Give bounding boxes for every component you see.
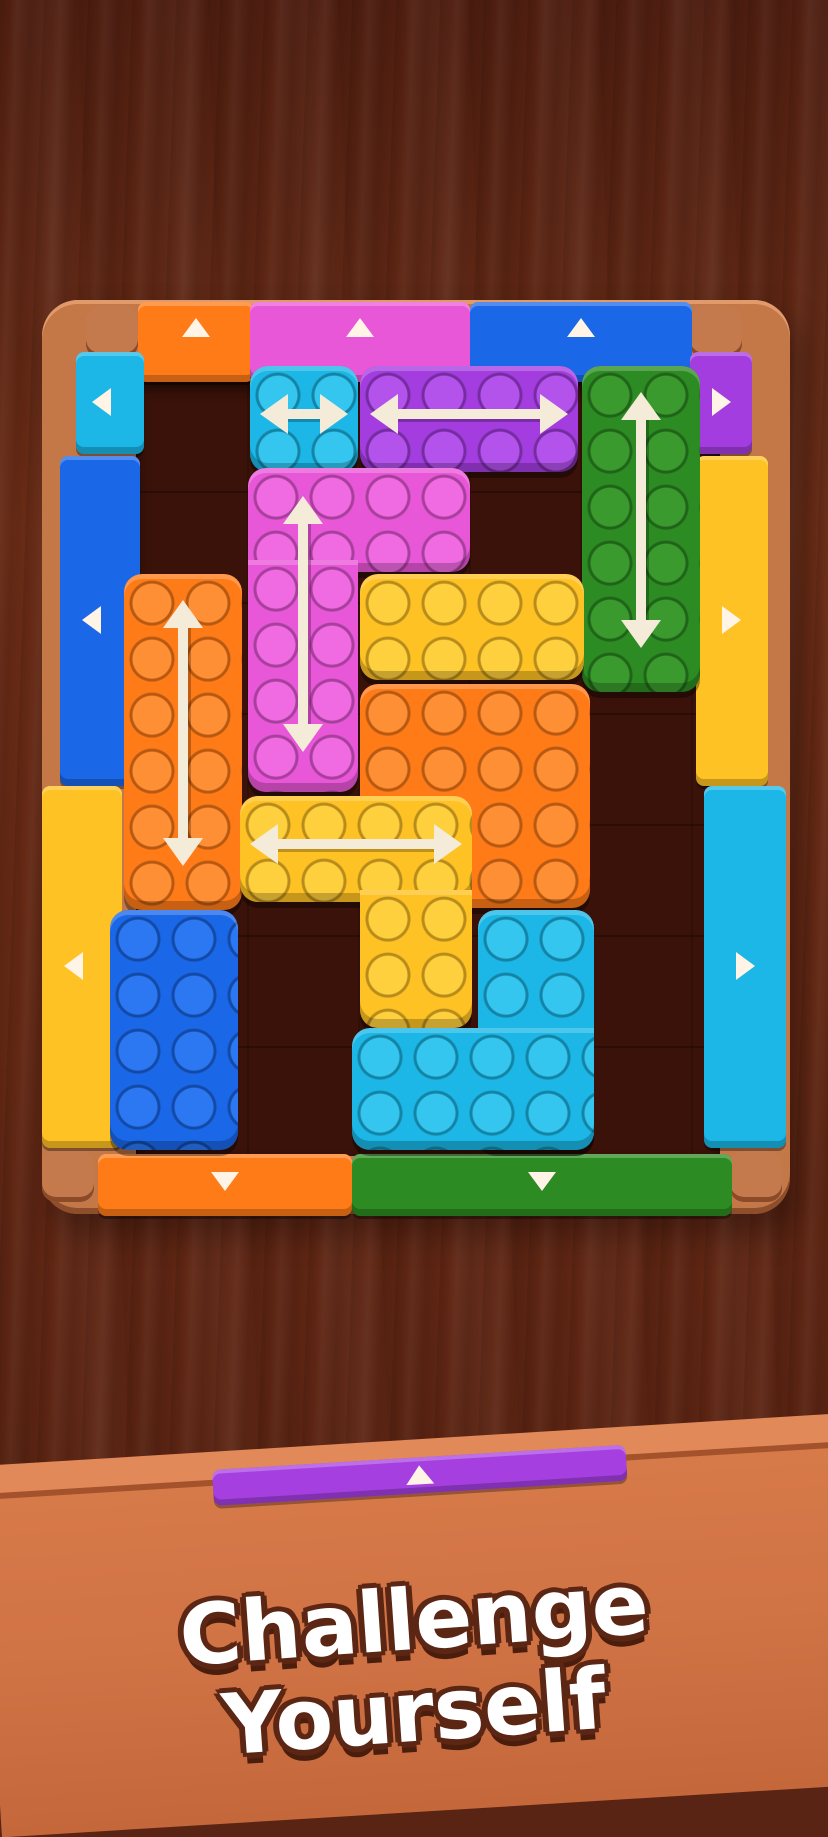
- move-horizontal-arrow-icon: [260, 394, 348, 434]
- puzzle-block-pink-top[interactable]: [248, 468, 470, 572]
- gate-up-arrow-icon: [567, 318, 595, 337]
- puzzle-block-yellow-top[interactable]: [360, 574, 584, 680]
- exit-gate-yellow-right: [696, 456, 768, 786]
- exit-gate-cyan-right: [704, 786, 786, 1148]
- gate-right-arrow-icon: [736, 952, 755, 980]
- puzzle-block-cyan-small[interactable]: [250, 366, 358, 472]
- move-vertical-arrow-icon: [621, 392, 661, 648]
- gate-down-arrow-icon: [528, 1172, 556, 1191]
- gate-left-arrow-icon: [82, 606, 101, 634]
- exit-gate-orange-top: [138, 302, 254, 382]
- board-corner-bottom-right: [730, 1150, 782, 1202]
- gate-up-arrow-icon: [182, 318, 210, 337]
- move-vertical-arrow-icon: [283, 496, 323, 752]
- puzzle-block-yellow-l-stem[interactable]: [360, 890, 472, 1028]
- gate-left-arrow-icon: [92, 388, 111, 416]
- puzzle-block-pink-stem[interactable]: [248, 496, 358, 792]
- gate-right-arrow-icon: [712, 388, 731, 416]
- move-horizontal-arrow-icon: [370, 394, 568, 434]
- move-vertical-arrow-icon: [163, 600, 203, 866]
- board-corner-bottom-left: [42, 1150, 94, 1202]
- puzzle-block-green[interactable]: [582, 366, 700, 692]
- gate-right-arrow-icon: [722, 606, 741, 634]
- puzzle-block-blue[interactable]: [110, 910, 238, 1150]
- gate-up-arrow-icon: [346, 318, 374, 337]
- exit-gate-cyan-left: [76, 352, 144, 454]
- puzzle-block-purple[interactable]: [360, 366, 578, 472]
- puzzle-block-cyan-bottom[interactable]: [352, 1028, 594, 1150]
- move-horizontal-arrow-icon: [250, 824, 462, 864]
- puzzle-block-yellow-l-top[interactable]: [240, 796, 472, 902]
- board-corner-top-left: [86, 306, 138, 358]
- exit-gate-orange-bottom: [98, 1154, 352, 1216]
- gate-left-arrow-icon: [64, 952, 83, 980]
- gate-up-arrow-icon: [405, 1464, 435, 1486]
- puzzle-block-orange-left[interactable]: [124, 574, 242, 910]
- gate-down-arrow-icon: [211, 1172, 239, 1191]
- board-corner-top-right: [690, 306, 742, 358]
- exit-gate-green-bottom: [352, 1154, 732, 1216]
